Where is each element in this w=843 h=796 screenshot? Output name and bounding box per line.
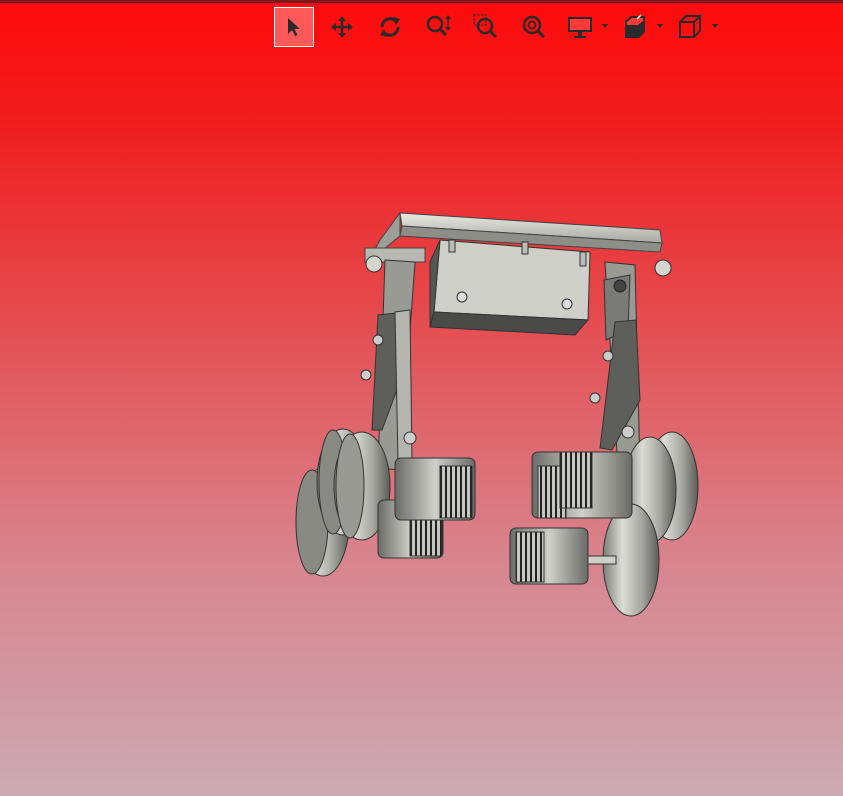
pan-tool-button[interactable] xyxy=(322,7,362,47)
section-view-dropdown[interactable] xyxy=(617,7,663,47)
display-mode-dropdown[interactable] xyxy=(562,7,608,47)
rotate-tool-button[interactable] xyxy=(370,7,410,47)
chevron-down-icon xyxy=(712,24,718,28)
section-cube-icon xyxy=(625,14,645,38)
move-arrows-icon xyxy=(331,16,353,38)
right-wheel-assembly xyxy=(509,431,699,617)
zoom-window-button[interactable] xyxy=(466,7,506,47)
3d-model[interactable] xyxy=(0,0,843,796)
view-toolbar xyxy=(274,6,727,48)
select-tool-button[interactable] xyxy=(274,7,314,47)
zoom-tool-button[interactable] xyxy=(418,7,458,47)
chevron-down-icon xyxy=(602,24,608,28)
zoom-fit-button[interactable] xyxy=(514,7,554,47)
3d-viewport[interactable] xyxy=(0,0,843,796)
zoom-window-icon xyxy=(473,14,498,39)
battery-box xyxy=(429,239,591,336)
rotate-icon xyxy=(380,17,400,37)
view-orientation-dropdown[interactable] xyxy=(672,7,718,47)
zoom-vertical-icon xyxy=(426,15,451,37)
cube-icon xyxy=(679,15,701,38)
arrow-cursor-icon xyxy=(288,18,300,36)
monitor-icon xyxy=(568,17,592,38)
chevron-down-icon xyxy=(657,24,663,28)
zoom-fit-icon xyxy=(522,15,546,39)
